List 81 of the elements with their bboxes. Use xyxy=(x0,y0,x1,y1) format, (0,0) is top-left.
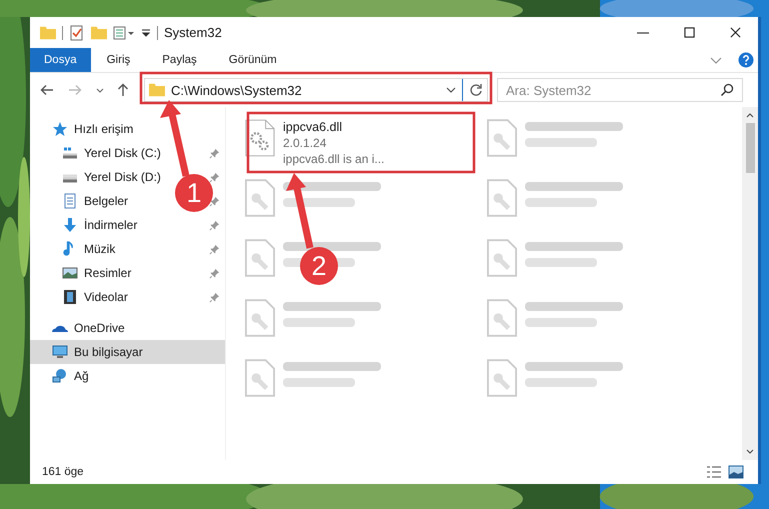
back-arrow-icon[interactable] xyxy=(40,83,54,97)
sidebar-item[interactable]: Resimler xyxy=(30,261,172,285)
sidebar-item[interactable]: Videolar xyxy=(30,285,172,309)
file-gear-icon[interactable] xyxy=(245,119,275,157)
sidebar-item[interactable]: OneDrive xyxy=(30,316,225,340)
minimize-icon xyxy=(637,32,649,34)
sidebar-item[interactable]: Müzik xyxy=(30,237,172,261)
sidebar-item[interactable]: Belgeler xyxy=(30,189,172,213)
customize-arrow-icon[interactable] xyxy=(141,28,151,36)
pin-icon[interactable] xyxy=(209,220,220,230)
pin-icon[interactable] xyxy=(209,196,220,206)
pin-icon[interactable] xyxy=(209,268,220,278)
image-icon xyxy=(62,265,78,281)
pin-icon[interactable] xyxy=(209,148,220,158)
dropdown-icon[interactable] xyxy=(446,87,456,93)
folder-icon[interactable] xyxy=(40,24,56,40)
tiles-view-icon[interactable] xyxy=(728,464,744,480)
search-icon[interactable] xyxy=(720,83,734,97)
blurred-text xyxy=(525,198,597,207)
blurred-file-icon[interactable] xyxy=(245,179,275,217)
sidebar-item[interactable]: Yerel Disk (C:) xyxy=(30,141,172,165)
ribbon-tab[interactable]: Paylaş xyxy=(146,48,213,72)
item-count: 161 öge xyxy=(42,466,84,478)
pin-icon[interactable] xyxy=(209,244,220,254)
expand-ribbon-icon[interactable] xyxy=(710,56,722,64)
scrollbar-thumb[interactable] xyxy=(746,123,754,173)
blurred-file-icon[interactable] xyxy=(487,239,517,277)
forward-arrow-icon[interactable] xyxy=(68,83,82,97)
film-icon xyxy=(62,289,78,305)
file-detail: ippcva6.dll is an i... xyxy=(283,151,384,167)
star-icon xyxy=(52,121,68,137)
sidebar-item[interactable]: Ağ xyxy=(30,364,225,388)
ribbon-tab[interactable]: Giriş xyxy=(90,48,146,72)
sidebar-item[interactable]: Yerel Disk (D:) xyxy=(30,165,172,189)
recent-dropdown-icon[interactable] xyxy=(96,88,104,92)
blurred-file-icon[interactable] xyxy=(245,239,275,277)
blurred-text xyxy=(525,318,597,327)
scrollbar[interactable] xyxy=(742,107,758,460)
ribbon-tab[interactable]: Dosya xyxy=(30,48,91,72)
refresh-icon[interactable] xyxy=(469,83,483,97)
file-detail: 2.0.1.24 xyxy=(283,135,328,151)
pin-icon[interactable] xyxy=(209,292,220,302)
blurred-file-icon[interactable] xyxy=(487,299,517,337)
scroll-up-icon[interactable] xyxy=(746,113,754,118)
file-name[interactable]: ippcva6.dll xyxy=(283,119,384,135)
document-icon xyxy=(62,193,78,209)
sidebar-item[interactable]: Bu bilgisayar xyxy=(30,340,225,364)
pin-icon[interactable] xyxy=(209,172,220,182)
ribbon-tab[interactable]: Görünüm xyxy=(212,48,293,72)
blurred-file-icon[interactable] xyxy=(245,359,275,397)
blurred-text xyxy=(283,318,355,327)
blurred-text xyxy=(525,138,597,147)
details-view-icon[interactable] xyxy=(706,464,722,480)
blurred-file-icon[interactable] xyxy=(487,359,517,397)
folder-icon xyxy=(149,82,165,98)
cloud-icon xyxy=(52,324,68,332)
drive-icon xyxy=(62,145,78,161)
computer-icon xyxy=(52,344,68,360)
blurred-text xyxy=(283,378,355,387)
blurred-file-icon[interactable] xyxy=(487,119,517,157)
blurred-text xyxy=(283,198,355,207)
window-title: System32 xyxy=(164,25,222,40)
close-icon xyxy=(730,27,740,38)
properties-icon[interactable] xyxy=(69,24,85,40)
scroll-down-icon[interactable] xyxy=(746,449,754,454)
sidebar-item[interactable]: İndirmeler xyxy=(30,213,172,237)
blurred-text xyxy=(525,378,597,387)
maximize-icon xyxy=(684,27,694,38)
blurred-text xyxy=(525,258,597,267)
download-arrow-icon xyxy=(62,217,78,233)
help-icon[interactable] xyxy=(738,52,754,68)
address-path: C:\Windows\System32 xyxy=(171,82,303,98)
new-folder-icon[interactable] xyxy=(91,24,107,40)
network-icon xyxy=(52,368,68,384)
blurred-file-icon[interactable] xyxy=(487,179,517,217)
sidebar-item[interactable]: Hızlı erişim xyxy=(30,117,225,141)
up-arrow-icon[interactable] xyxy=(116,83,130,97)
blurred-file-icon[interactable] xyxy=(245,299,275,337)
view-menu-icon[interactable] xyxy=(113,24,135,40)
address-field[interactable]: C:\Windows\System32 xyxy=(144,78,488,102)
search-field[interactable]: Ara: System32 xyxy=(497,78,743,102)
